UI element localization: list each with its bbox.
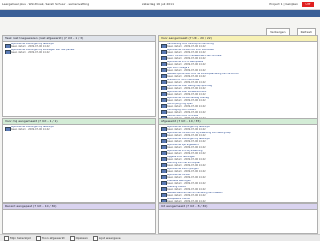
task-meta: Geen datum · 2009-07-06 14:42: [167, 163, 206, 167]
status-label: Toon afgewerkt: [41, 236, 65, 240]
panel-left-top: Taak niet toegewezen (niet afgewerkt) (7…: [2, 35, 156, 117]
panel-left-mid: Voor mij aangemaakt (7 Uit – 1 / 1) Bijk…: [2, 118, 156, 203]
status-label: Mijn takenlijst: [10, 236, 31, 240]
panel-header: Voor aangemaakt (7 Uit – 20 / 22): [159, 36, 317, 42]
list-item[interactable]: Uitnodiging voor ouders Geen datum · 2009…: [161, 109, 315, 114]
panel-header: Afgewerkt (7 Uit – 10 / 35): [159, 119, 317, 125]
list-item[interactable]: Bijkomende meldingen bij takenlijst Geen …: [5, 126, 153, 131]
task-meta: Geen datum · 2009-07-06 14:42: [167, 157, 206, 161]
task-meta: Geen datum · 2009-07-06 14:42: [11, 44, 50, 48]
list-item[interactable]: Bijkomende info bij afwerking Geen datum …: [161, 150, 315, 155]
panel-header: Recent aangepast (7 Uit – 10 / 30): [3, 204, 155, 210]
task-meta: Geen datum · 2009-07-06 14:42: [167, 98, 206, 102]
panel-right-bottom: Uit aangemaakt (7 Uit – 8 / 30): [158, 203, 318, 234]
list-item[interactable]: Bijkomende over verkeerscultuur Geen datu…: [161, 91, 315, 96]
list-item[interactable]: Handleiding voor verkoop en verhuring Gee…: [161, 43, 315, 48]
panel-right-top: Voor aangemaakt (7 Uit – 20 / 22) Handle…: [158, 35, 318, 119]
list-item[interactable]: Evaluatie leerlingen Geen datum · 2009-07…: [161, 180, 315, 185]
task-meta: Geen datum · 2009-07-06 14:42: [167, 151, 206, 155]
task-meta: Geen datum · 2009-07-06 14:42: [11, 50, 50, 54]
list-item[interactable]: Bijkomende cursus verslag overleg Geen da…: [161, 97, 315, 102]
task-meta: Geen datum · 2009-07-06 14:42: [167, 187, 206, 191]
list-item[interactable]: Bijkomende cursus Geen datum · 2009-07-06…: [161, 174, 315, 179]
list-item[interactable]: Bijkomende lijst afgewerkt Geen datum · 2…: [161, 144, 315, 149]
list-item[interactable]: Bijkomende over werkgroep sportdag Geen d…: [161, 85, 315, 90]
status-checkbox-4[interactable]: Lijst weergave: [92, 235, 121, 241]
task-meta: Geen datum · 2009-07-06 14:42: [11, 127, 50, 131]
list-item[interactable]: Bijkomende cursus foto bij afwerking van…: [161, 132, 315, 137]
task-meta: Geen datum · 2009-07-06 14:42: [167, 104, 206, 108]
titlebar: Leergeheel plus · Windhoek, Sarah Schuur…: [0, 0, 320, 10]
toolbar: Verbergen Refresh: [264, 18, 316, 36]
panel-header: Uit aangemaakt (7 Uit – 8 / 30): [159, 204, 317, 210]
task-meta: Geen datum · 2009-07-06 14:42: [167, 62, 206, 66]
list-item[interactable]: Bijkomende cursus foto voor kandidaat Gee…: [161, 49, 315, 54]
status-label: Lijst weergave: [98, 236, 121, 240]
list-item[interactable]: Nieuwe opdrachten voor de verkoopsafdeli…: [161, 73, 315, 78]
main-menu: WelkomMijn overzichtWerkplek schakelWebl…: [0, 10, 320, 17]
task-meta: Geen datum · 2009-07-06 14:42: [167, 193, 206, 197]
panel-left-bottom: Recent aangepast (7 Uit – 10 / 30): [2, 203, 156, 234]
task-meta: Geen datum · 2009-07-06 14:42: [167, 145, 206, 149]
task-meta: Geen datum · 2009-07-06 14:42: [167, 74, 206, 78]
task-meta: Geen datum · 2009-07-06 14:42: [167, 133, 206, 137]
list-item[interactable]: Lijst voor collega's Geen datum · 2009-07…: [161, 67, 315, 72]
task-meta: Geen datum · 2009-07-06 14:42: [167, 68, 206, 72]
status-checkbox-1[interactable]: Mijn takenlijst: [4, 235, 31, 241]
task-meta: Geen datum · 2009-07-06 14:42: [167, 92, 206, 96]
panel-header: Voor mij aangemaakt (7 Uit – 1 / 1): [3, 119, 155, 125]
task-meta: Geen datum · 2009-07-06 14:42: [167, 139, 206, 143]
task-meta: Geen datum · 2009-07-06 14:42: [167, 169, 206, 173]
task-meta: Geen datum · 2009-07-06 14:42: [167, 86, 206, 90]
list-item[interactable]: Inleiding thema Geen datum · 2009-07-06 1…: [161, 186, 315, 191]
list-item[interactable]: Inschrijving nog open Geen datum · 2009-0…: [161, 103, 315, 108]
task-meta: Geen datum · 2009-07-06 14:42: [167, 175, 206, 179]
task-meta: Geen datum · 2009-07-06 14:42: [167, 181, 206, 185]
list-item[interactable]: Bijkomende meldingen bij verkregen van n…: [5, 49, 153, 54]
task-meta: Geen datum · 2009-07-06 14:42: [167, 127, 206, 131]
task-meta: Geen datum · 2009-07-06 14:42: [167, 80, 206, 84]
list-item[interactable]: Intern cursus voor medewerkers van Offic…: [161, 55, 315, 60]
list-item[interactable]: Bijkomende info in werkplaats Geen datum …: [161, 61, 315, 66]
task-meta: Geen datum · 2009-07-06 14:42: [167, 50, 206, 54]
status-checkbox-2[interactable]: Toon afgewerkt: [35, 235, 65, 241]
list-item[interactable]: Bijkomende meldingen bij takenlijst Geen …: [161, 138, 315, 143]
list-item[interactable]: Bijkomende meldingen bij takenlijst Geen …: [161, 126, 315, 131]
status-checkbox-3[interactable]: Opslaan: [69, 235, 88, 241]
list-item[interactable]: Brainstorm rond methodes Geen datum · 200…: [161, 79, 315, 84]
logout-badge[interactable]: UIT: [302, 2, 314, 7]
panel-header: Taak niet toegewezen (niet afgewerkt) (7…: [3, 36, 155, 42]
task-meta: Geen datum · 2009-07-06 14:42: [167, 44, 206, 48]
list-item[interactable]: Bijkomende inschrijvingen Geen datum · 20…: [161, 168, 315, 173]
app-title: Leergeheel plus · Windhoek, Sarah Schuur…: [2, 2, 90, 6]
panel-right-mid: Afgewerkt (7 Uit – 10 / 35) Bijkomende m…: [158, 118, 318, 203]
list-item[interactable]: Bijkomende meldingen bij takenlijst Geen …: [5, 43, 153, 48]
task-meta: Geen datum · 2009-07-06 14:42: [167, 110, 206, 114]
task-meta: Geen datum · 2009-07-06 14:42: [167, 56, 206, 60]
date-label: zaterdag 16 juli 2011: [142, 2, 174, 6]
list-item[interactable]: Planning van het schooljaar Geen datum · …: [161, 162, 315, 167]
status-label: Opslaan: [75, 236, 88, 240]
list-item[interactable]: Opgave voor leerlingen Geen datum · 2009-…: [161, 156, 315, 161]
project-selector[interactable]: Project 1 | bekijken: [269, 0, 298, 9]
list-item[interactable]: Nieuwe leerkrachten en verdeling van kla…: [161, 192, 315, 197]
